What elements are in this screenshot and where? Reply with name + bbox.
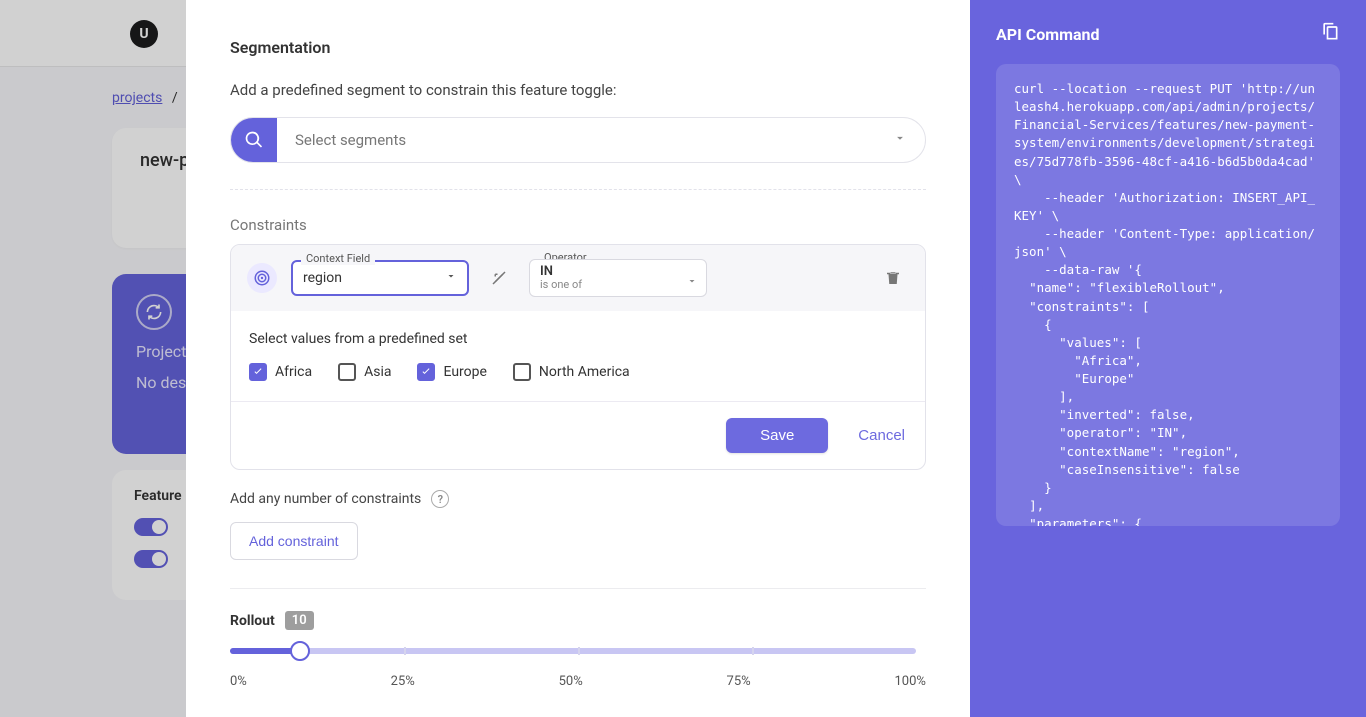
- checkbox-label: North America: [539, 364, 630, 380]
- add-constraint-hint: Add any number of constraints ?: [230, 490, 926, 508]
- rollout-row: Rollout 10: [230, 611, 926, 630]
- checkbox-checked-icon[interactable]: [249, 363, 267, 381]
- constraints-title: Constraints: [230, 216, 926, 234]
- save-button[interactable]: Save: [726, 418, 828, 453]
- cancel-button[interactable]: Cancel: [858, 418, 905, 453]
- help-icon[interactable]: ?: [431, 490, 449, 508]
- operator-wrap: Operator IN is one of: [529, 259, 707, 297]
- segmentation-title: Segmentation: [230, 38, 926, 57]
- api-command-panel: API Command curl --location --request PU…: [970, 0, 1366, 717]
- checkbox-icon[interactable]: [513, 363, 531, 381]
- checkbox-item[interactable]: North America: [513, 363, 630, 381]
- delete-button[interactable]: [877, 262, 909, 294]
- chevron-down-icon: [893, 131, 907, 149]
- copy-icon[interactable]: [1320, 22, 1340, 46]
- checkbox-label: Africa: [275, 364, 312, 380]
- slider-track: [230, 648, 916, 654]
- checkbox-icon[interactable]: [338, 363, 356, 381]
- target-icon: [247, 263, 277, 293]
- divider: [230, 588, 926, 589]
- invert-icon[interactable]: [483, 262, 515, 294]
- constraint-header: Context Field region Operator IN is one …: [231, 245, 925, 311]
- context-field-wrap: Context Field region: [291, 260, 469, 296]
- api-command-title: API Command: [996, 25, 1099, 44]
- rollout-value-badge: 10: [285, 611, 314, 630]
- api-command-code[interactable]: curl --location --request PUT 'http://un…: [996, 64, 1340, 526]
- checkbox-checked-icon[interactable]: [417, 363, 435, 381]
- context-field-label: Context Field: [301, 252, 375, 265]
- slider-tick: [404, 647, 406, 655]
- operator-select[interactable]: IN is one of: [529, 259, 707, 297]
- predefined-values-title: Select values from a predefined set: [249, 331, 907, 347]
- add-constraint-button[interactable]: Add constraint: [230, 522, 358, 560]
- segment-input[interactable]: Select segments: [277, 118, 925, 162]
- rollout-slider[interactable]: [230, 638, 926, 678]
- search-icon[interactable]: [231, 118, 277, 162]
- checkbox-label: Europe: [443, 364, 486, 380]
- constraint-body: Select values from a predefined set Afri…: [231, 311, 925, 401]
- add-constraint-text: Add any number of constraints: [230, 491, 421, 507]
- checkbox-item[interactable]: Asia: [338, 363, 391, 381]
- strategy-modal: Segmentation Add a predefined segment to…: [186, 0, 970, 717]
- chevron-down-icon: [445, 270, 457, 286]
- checkbox-label: Asia: [364, 364, 391, 380]
- context-field-select[interactable]: region: [291, 260, 469, 296]
- context-field-value: region: [303, 270, 342, 286]
- slider-tick: [752, 647, 754, 655]
- slider-tick: [578, 647, 580, 655]
- segment-selector[interactable]: Select segments: [230, 117, 926, 163]
- rollout-label: Rollout: [230, 613, 275, 629]
- operator-value: IN: [540, 265, 696, 278]
- divider: [230, 189, 926, 190]
- checkbox-item[interactable]: Europe: [417, 363, 486, 381]
- segment-placeholder: Select segments: [295, 131, 406, 149]
- constraint-card: Context Field region Operator IN is one …: [230, 244, 926, 470]
- checkbox-item[interactable]: Africa: [249, 363, 312, 381]
- operator-sub: is one of: [540, 278, 696, 291]
- slider-thumb[interactable]: [290, 641, 310, 661]
- checkbox-row: Africa Asia Europe North America: [249, 363, 907, 381]
- constraint-actions: Save Cancel: [231, 401, 925, 469]
- chevron-down-icon: [686, 272, 698, 291]
- segmentation-subtitle: Add a predefined segment to constrain th…: [230, 81, 926, 99]
